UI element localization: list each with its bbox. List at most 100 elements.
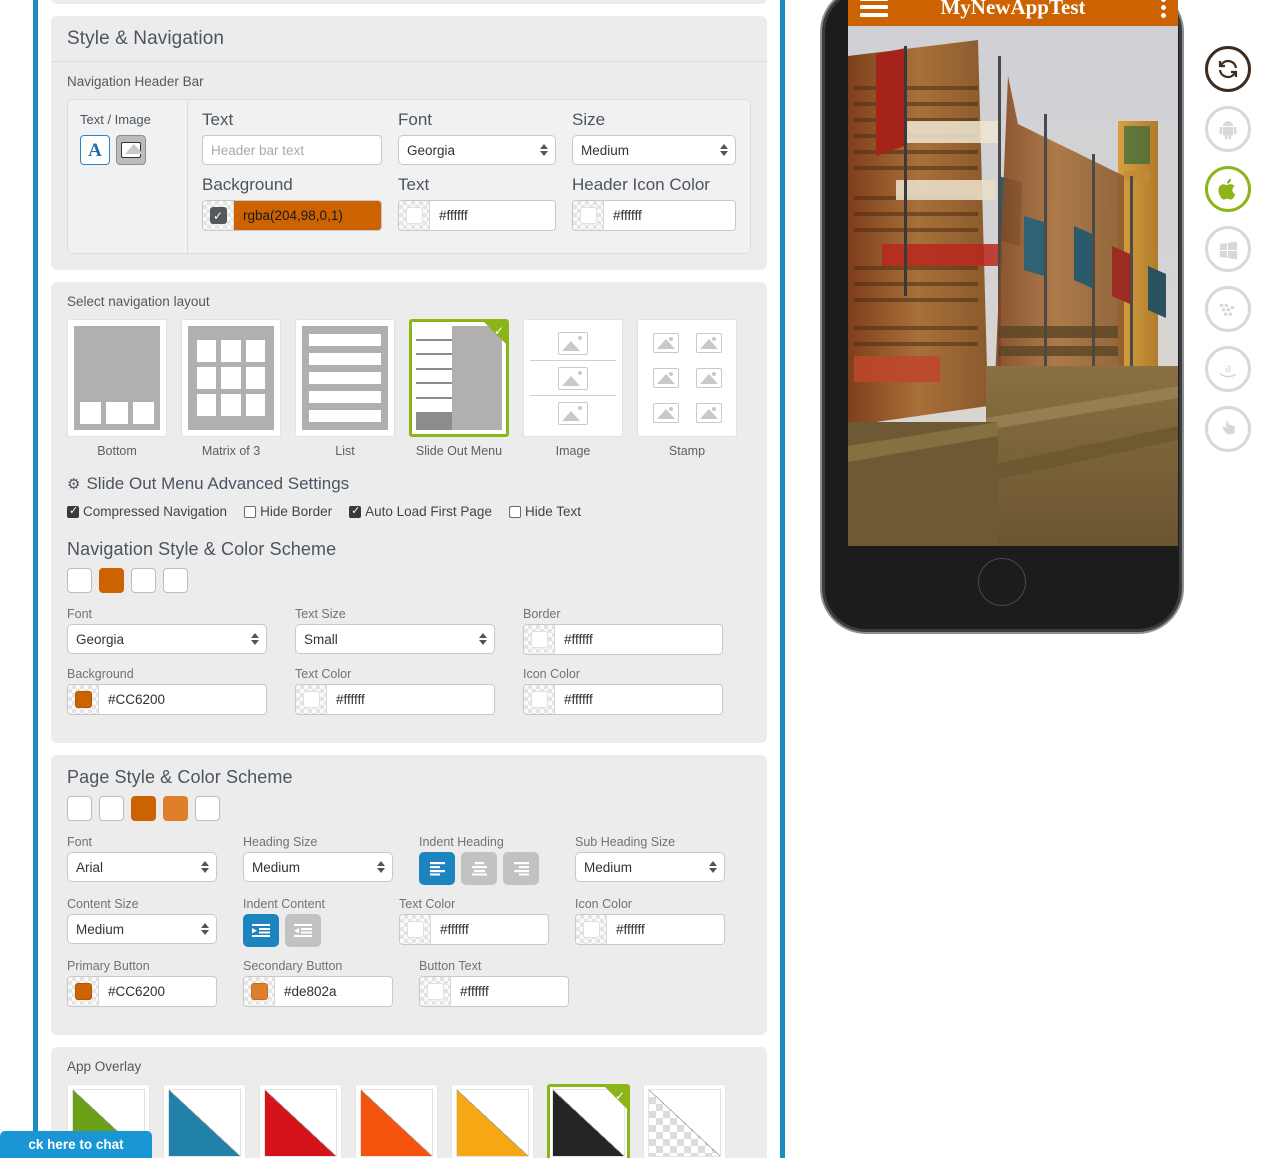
checkbox-hide-text[interactable]: Hide Text — [508, 504, 581, 519]
nav-layout-option-stamp[interactable]: Stamp — [637, 319, 737, 458]
header-size-label: Size — [572, 110, 606, 129]
nav-text-colorfield[interactable]: #ffffff — [295, 684, 495, 715]
checkbox-auto-load-first-page[interactable]: Auto Load First Page — [349, 504, 492, 519]
nav-font-select[interactable]: Georgia — [67, 624, 267, 654]
indent-content-label: Indent Content — [243, 897, 326, 911]
indent-heading-right-button[interactable] — [503, 852, 539, 885]
nav-layout-thumb-stamp[interactable] — [637, 319, 737, 437]
overlay-option-red[interactable] — [259, 1084, 342, 1158]
nav-layout-option-bottom[interactable]: Bottom — [67, 319, 167, 458]
apple-icon[interactable] — [1205, 166, 1251, 212]
nav-font-label: Font — [67, 607, 93, 621]
android-icon[interactable] — [1205, 106, 1251, 152]
nav-scheme-swatch-1[interactable] — [67, 568, 92, 593]
indent-heading-center-button[interactable] — [461, 852, 497, 885]
header-background-value: rgba(204,98,0,1) — [234, 201, 381, 230]
header-text-colorfield[interactable]: #ffffff — [398, 200, 556, 231]
secondary-button-swatch[interactable] — [244, 977, 275, 1006]
nav-text-color-swatch[interactable] — [296, 685, 327, 714]
sub-heading-size-select[interactable]: Medium — [575, 852, 725, 882]
nav-scheme-swatch-2[interactable] — [99, 568, 124, 593]
text-image-cell: Text / Image A — [68, 100, 188, 253]
primary-button-swatch[interactable] — [68, 977, 99, 1006]
chat-widget-tab[interactable]: ck here to chat — [0, 1131, 152, 1158]
nav-layout-option-image[interactable]: Image — [523, 319, 623, 458]
nav-layout-thumb-bottom[interactable] — [67, 319, 167, 437]
checkbox-label: Hide Text — [524, 504, 581, 519]
blackberry-icon[interactable] — [1205, 286, 1251, 332]
primary-button-colorfield[interactable]: #CC6200 — [67, 976, 217, 1007]
checkbox-compressed-navigation[interactable]: Compressed Navigation — [67, 504, 227, 519]
overlay-triangle — [553, 1090, 624, 1156]
html5-hand-icon[interactable] — [1205, 406, 1251, 452]
nav-scheme-swatch-4[interactable] — [163, 568, 188, 593]
header-background-checkbox[interactable]: ✓ — [203, 201, 234, 230]
secondary-button-colorfield[interactable]: #de802a — [243, 976, 393, 1007]
nav-icon-colorfield[interactable]: #ffffff — [523, 684, 723, 715]
page-scheme-swatch-1[interactable] — [67, 796, 92, 821]
header-text-color-swatch[interactable] — [399, 201, 430, 230]
preview-header-bar: MyNewAppTest — [848, 0, 1178, 26]
indent-content-increase-button[interactable] — [243, 914, 279, 947]
hamburger-icon[interactable] — [860, 0, 888, 17]
header-icon-colorfield[interactable]: #ffffff — [572, 200, 736, 231]
svg-text:a: a — [1225, 361, 1232, 376]
align-right-icon — [513, 862, 529, 876]
checkbox-hide-border[interactable]: Hide Border — [244, 504, 332, 519]
overlay-option-blue[interactable] — [163, 1084, 246, 1158]
checkbox-icon — [244, 505, 257, 518]
page-icon-color-swatch[interactable] — [576, 915, 607, 944]
align-center-icon — [471, 862, 487, 876]
nav-border-swatch[interactable] — [524, 625, 555, 654]
header-font-select[interactable]: Georgia — [398, 135, 556, 165]
page-text-color-swatch[interactable] — [400, 915, 431, 944]
windows-icon[interactable] — [1205, 226, 1251, 272]
kebab-menu-icon[interactable] — [1161, 0, 1166, 18]
nav-border-colorfield[interactable]: #ffffff — [523, 624, 723, 655]
refresh-icon[interactable] — [1205, 46, 1251, 92]
page-icon-color-value: #ffffff — [607, 915, 724, 944]
button-text-colorfield[interactable]: #ffffff — [419, 976, 569, 1007]
heading-size-select[interactable]: Medium — [243, 852, 393, 882]
letter-a-icon: A — [88, 139, 102, 161]
checkbox-label: Hide Border — [260, 504, 333, 519]
page-scheme-swatch-4[interactable] — [163, 796, 188, 821]
button-text-swatch[interactable] — [420, 977, 451, 1006]
overlay-option-transparent[interactable] — [643, 1084, 726, 1158]
nav-layout-thumb-list[interactable] — [295, 319, 395, 437]
nav-layout-thumb-image[interactable] — [523, 319, 623, 437]
page-icon-colorfield[interactable]: #ffffff — [575, 914, 725, 945]
indent-content-decrease-button[interactable] — [285, 914, 321, 947]
indent-heading-left-button[interactable] — [419, 852, 455, 885]
nav-layout-option-slide-out-menu[interactable]: ✓ Slide Out Menu — [409, 319, 509, 458]
overlay-option-orange[interactable] — [355, 1084, 438, 1158]
page-text-colorfield[interactable]: #ffffff — [399, 914, 549, 945]
page-scheme-swatch-2[interactable] — [99, 796, 124, 821]
content-size-select[interactable]: Medium — [67, 914, 217, 944]
nav-icon-color-swatch[interactable] — [524, 685, 555, 714]
nav-text-size-select[interactable]: Small — [295, 624, 495, 654]
overlay-option-black[interactable]: ✓ — [547, 1084, 630, 1158]
nav-text-color-label: Text Color — [295, 667, 352, 681]
nav-background-swatch[interactable] — [68, 685, 99, 714]
nav-scheme-swatch-3[interactable] — [131, 568, 156, 593]
nav-layout-thumb-matrix[interactable] — [181, 319, 281, 437]
home-button[interactable] — [978, 558, 1026, 606]
advanced-settings-header[interactable]: ⚙ Slide Out Menu Advanced Settings — [67, 474, 751, 494]
page-scheme-swatch-3[interactable] — [131, 796, 156, 821]
nav-layout-thumb-slide-out-menu[interactable]: ✓ — [409, 319, 509, 437]
page-scheme-swatch-5[interactable] — [195, 796, 220, 821]
page-font-select[interactable]: Arial — [67, 852, 217, 882]
amazon-icon[interactable]: a — [1205, 346, 1251, 392]
image-mode-button[interactable] — [116, 135, 146, 165]
nav-layout-option-list[interactable]: List — [295, 319, 395, 458]
nav-background-colorfield[interactable]: #CC6200 — [67, 684, 267, 715]
nav-layout-option-matrix[interactable]: Matrix of 3 — [181, 319, 281, 458]
overlay-option-yellow[interactable] — [451, 1084, 534, 1158]
header-icon-color-swatch[interactable] — [573, 201, 604, 230]
text-mode-button[interactable]: A — [80, 135, 110, 165]
header-text-input[interactable] — [202, 135, 382, 165]
content-size-label: Content Size — [67, 897, 139, 911]
header-size-select[interactable]: Medium — [572, 135, 736, 165]
header-background-colorfield[interactable]: ✓ rgba(204,98,0,1) — [202, 200, 382, 231]
